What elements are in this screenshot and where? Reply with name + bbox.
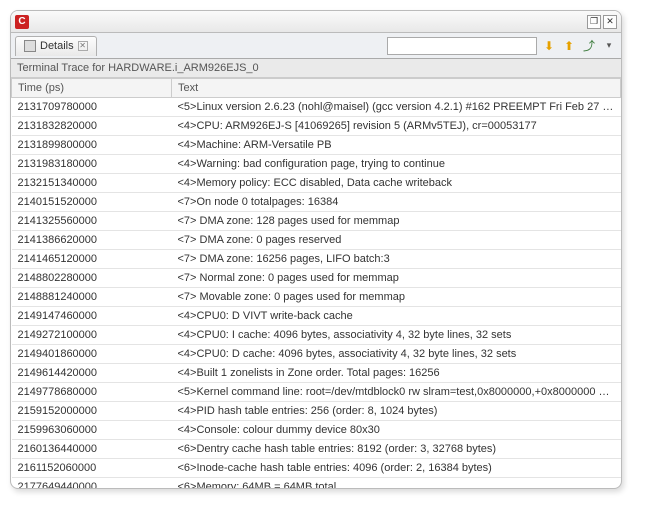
table-row[interactable]: 2148802280000<7> Normal zone: 0 pages us… bbox=[12, 269, 621, 288]
cell-text: <7> Movable zone: 0 pages used for memma… bbox=[172, 288, 621, 307]
arrow-up-icon[interactable]: ⬆ bbox=[561, 38, 577, 54]
table-row[interactable]: 2161152060000<6>Inode-cache hash table e… bbox=[12, 459, 621, 478]
cell-time: 2149778680000 bbox=[12, 383, 172, 402]
cell-time: 2149614420000 bbox=[12, 364, 172, 383]
cell-text: <7> DMA zone: 16256 pages, LIFO batch:3 bbox=[172, 250, 621, 269]
cell-text: <4>CPU0: D cache: 4096 bytes, associativ… bbox=[172, 345, 621, 364]
table-row[interactable]: 2148881240000<7> Movable zone: 0 pages u… bbox=[12, 288, 621, 307]
table-row[interactable]: 2149614420000<4>Built 1 zonelists in Zon… bbox=[12, 364, 621, 383]
cell-time: 2160136440000 bbox=[12, 440, 172, 459]
cell-text: <7>On node 0 totalpages: 16384 bbox=[172, 193, 621, 212]
table-row[interactable]: 2160136440000<6>Dentry cache hash table … bbox=[12, 440, 621, 459]
tab-close-icon[interactable]: ✕ bbox=[78, 41, 88, 51]
trace-table-wrap: Time (ps) Text 2131709780000<5>Linux ver… bbox=[11, 78, 621, 488]
cell-time: 2131899800000 bbox=[12, 136, 172, 155]
cell-time: 2140151520000 bbox=[12, 193, 172, 212]
arrow-down-icon[interactable]: ⬇ bbox=[541, 38, 557, 54]
cell-time: 2149401860000 bbox=[12, 345, 172, 364]
table-row[interactable]: 2131983180000<4>Warning: bad configurati… bbox=[12, 155, 621, 174]
cell-time: 2132151340000 bbox=[12, 174, 172, 193]
cell-time: 2159152000000 bbox=[12, 402, 172, 421]
cell-time: 2141465120000 bbox=[12, 250, 172, 269]
trace-title: Terminal Trace for HARDWARE.i_ARM926EJS_… bbox=[11, 59, 621, 78]
cell-time: 2177649440000 bbox=[12, 478, 172, 489]
cell-text: <4>Warning: bad configuration page, tryi… bbox=[172, 155, 621, 174]
cell-time: 2148881240000 bbox=[12, 288, 172, 307]
table-row[interactable]: 2159152000000<4>PID hash table entries: … bbox=[12, 402, 621, 421]
cell-text: <6>Memory: 64MB = 64MB total bbox=[172, 478, 621, 489]
export-icon[interactable]: ⤴ bbox=[581, 38, 597, 54]
window-controls: ❐ ✕ bbox=[587, 15, 617, 29]
window-close-button[interactable]: ✕ bbox=[603, 15, 617, 29]
window-restore-button[interactable]: ❐ bbox=[587, 15, 601, 29]
cell-time: 2148802280000 bbox=[12, 269, 172, 288]
cell-time: 2131709780000 bbox=[12, 98, 172, 117]
table-row[interactable]: 2132151340000<4>Memory policy: ECC disab… bbox=[12, 174, 621, 193]
cell-time: 2141386620000 bbox=[12, 231, 172, 250]
table-row[interactable]: 2177649440000<6>Memory: 64MB = 64MB tota… bbox=[12, 478, 621, 489]
cell-text: <4>CPU: ARM926EJ-S [41069265] revision 5… bbox=[172, 117, 621, 136]
tab-details-label: Details bbox=[40, 40, 74, 52]
cell-text: <7> DMA zone: 128 pages used for memmap bbox=[172, 212, 621, 231]
cell-text: <4>PID hash table entries: 256 (order: 8… bbox=[172, 402, 621, 421]
search-input[interactable] bbox=[387, 37, 537, 55]
tab-bar: Details ✕ ⬇ ⬆ ⤴ ▾ bbox=[11, 33, 621, 59]
cell-time: 2131983180000 bbox=[12, 155, 172, 174]
cell-text: <7> Normal zone: 0 pages used for memmap bbox=[172, 269, 621, 288]
table-row[interactable]: 2149401860000<4>CPU0: D cache: 4096 byte… bbox=[12, 345, 621, 364]
tab-details[interactable]: Details ✕ bbox=[15, 36, 97, 56]
table-row[interactable]: 2149778680000<5>Kernel command line: roo… bbox=[12, 383, 621, 402]
table-row[interactable]: 2131899800000<4>Machine: ARM-Versatile P… bbox=[12, 136, 621, 155]
titlebar: C ❐ ✕ bbox=[11, 11, 621, 33]
cell-text: <7> DMA zone: 0 pages reserved bbox=[172, 231, 621, 250]
cell-time: 2141325560000 bbox=[12, 212, 172, 231]
cell-text: <4>Console: colour dummy device 80x30 bbox=[172, 421, 621, 440]
cell-text: <4>CPU0: D VIVT write-back cache bbox=[172, 307, 621, 326]
cell-text: <5>Kernel command line: root=/dev/mtdblo… bbox=[172, 383, 621, 402]
details-icon bbox=[24, 40, 36, 52]
cell-text: <6>Dentry cache hash table entries: 8192… bbox=[172, 440, 621, 459]
cell-time: 2149147460000 bbox=[12, 307, 172, 326]
table-row[interactable]: 2141465120000<7> DMA zone: 16256 pages, … bbox=[12, 250, 621, 269]
cell-text: <4>Memory policy: ECC disabled, Data cac… bbox=[172, 174, 621, 193]
table-row[interactable]: 2149272100000<4>CPU0: I cache: 4096 byte… bbox=[12, 326, 621, 345]
cell-time: 2131832820000 bbox=[12, 117, 172, 136]
cell-text: <4>CPU0: I cache: 4096 bytes, associativ… bbox=[172, 326, 621, 345]
cell-text: <4>Machine: ARM-Versatile PB bbox=[172, 136, 621, 155]
table-row[interactable]: 2131832820000<4>CPU: ARM926EJ-S [4106926… bbox=[12, 117, 621, 136]
cell-time: 2149272100000 bbox=[12, 326, 172, 345]
table-row[interactable]: 2131709780000<5>Linux version 2.6.23 (no… bbox=[12, 98, 621, 117]
table-row[interactable]: 2140151520000<7>On node 0 totalpages: 16… bbox=[12, 193, 621, 212]
table-row[interactable]: 2149147460000<4>CPU0: D VIVT write-back … bbox=[12, 307, 621, 326]
cell-time: 2161152060000 bbox=[12, 459, 172, 478]
trace-table: Time (ps) Text 2131709780000<5>Linux ver… bbox=[11, 78, 621, 488]
menu-icon[interactable]: ▾ bbox=[601, 38, 617, 54]
column-header-text[interactable]: Text bbox=[172, 79, 621, 98]
cell-text: <6>Inode-cache hash table entries: 4096 … bbox=[172, 459, 621, 478]
table-row[interactable]: 2159963060000<4>Console: colour dummy de… bbox=[12, 421, 621, 440]
window-frame: C ❐ ✕ Details ✕ ⬇ ⬆ ⤴ ▾ Terminal Trace f… bbox=[10, 10, 622, 489]
cell-time: 2159963060000 bbox=[12, 421, 172, 440]
table-row[interactable]: 2141325560000<7> DMA zone: 128 pages use… bbox=[12, 212, 621, 231]
column-header-time[interactable]: Time (ps) bbox=[12, 79, 172, 98]
table-row[interactable]: 2141386620000<7> DMA zone: 0 pages reser… bbox=[12, 231, 621, 250]
cell-text: <5>Linux version 2.6.23 (nohl@maisel) (g… bbox=[172, 98, 621, 117]
cell-text: <4>Built 1 zonelists in Zone order. Tota… bbox=[172, 364, 621, 383]
app-icon: C bbox=[15, 15, 29, 29]
